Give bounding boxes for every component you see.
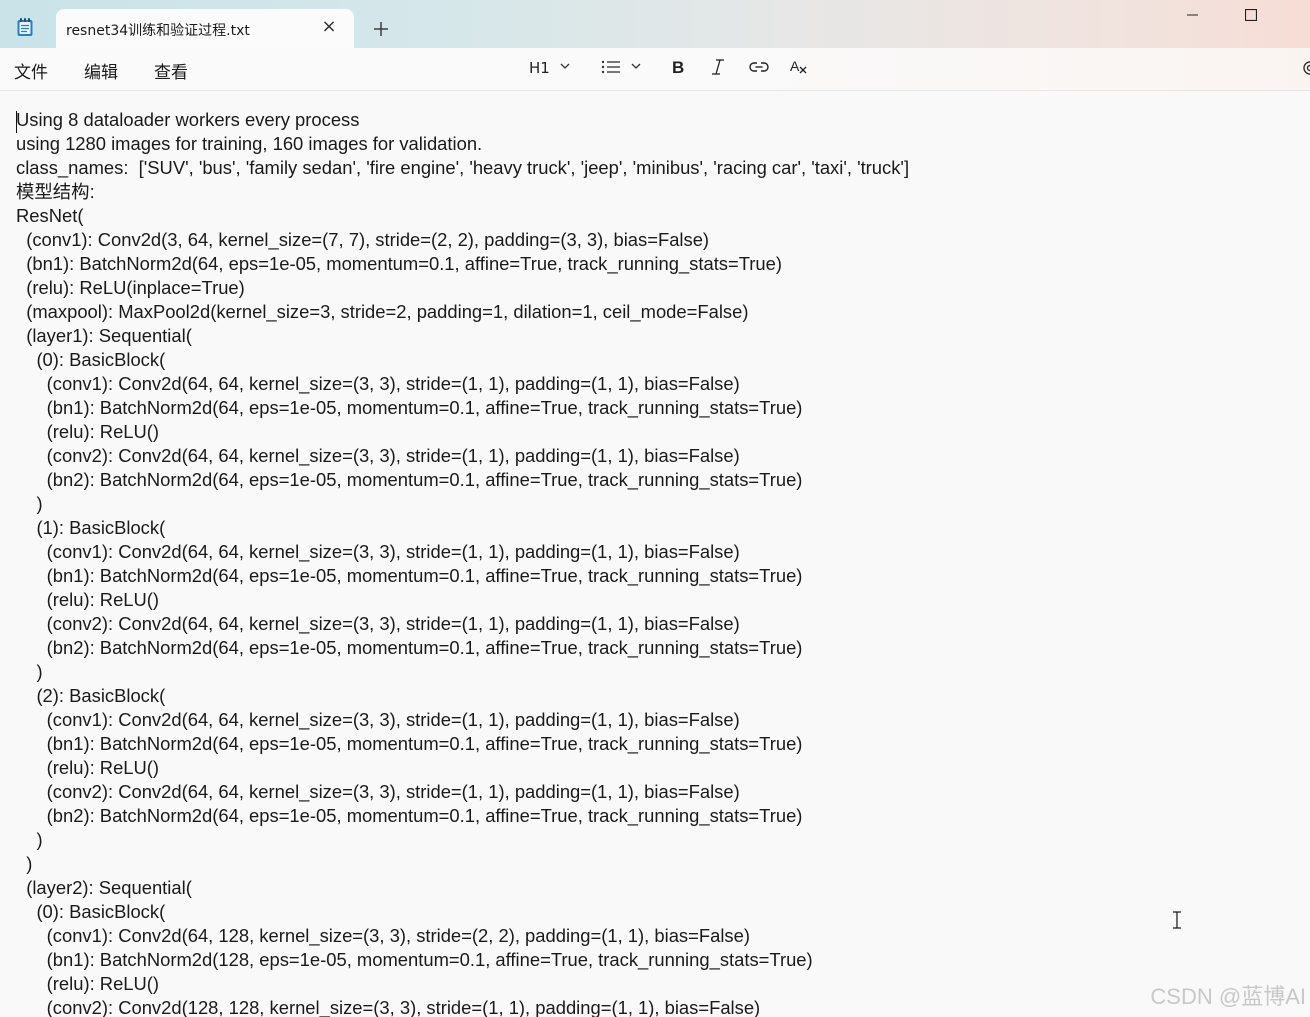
- maximize-icon: [1245, 9, 1257, 21]
- text-line: (conv1): Conv2d(64, 128, kernel_size=(3,…: [16, 925, 750, 946]
- heading-dropdown[interactable]: H1: [529, 56, 550, 80]
- text-line: (relu): ReLU(): [16, 757, 160, 778]
- settings-icon[interactable]: [1300, 58, 1310, 82]
- chevron-down-icon[interactable]: [559, 61, 571, 85]
- clear-format-icon[interactable]: A: [789, 57, 809, 81]
- tab-document[interactable]: resnet34训练和验证过程.txt ×: [56, 9, 354, 48]
- text-line: (conv2): Conv2d(64, 64, kernel_size=(3, …: [16, 613, 740, 634]
- text-line: (bn1): BatchNorm2d(64, eps=1e-05, moment…: [16, 565, 803, 586]
- text-line: ): [16, 661, 43, 682]
- document-text[interactable]: Using 8 dataloader workers every process…: [16, 108, 909, 1017]
- notepad-app-icon: [16, 17, 34, 37]
- menu-view[interactable]: 查看: [154, 58, 188, 83]
- text-editor[interactable]: Using 8 dataloader workers every process…: [0, 91, 1310, 1017]
- text-line: (relu): ReLU(): [16, 973, 160, 994]
- text-line: (relu): ReLU(): [16, 421, 160, 442]
- text-line: (bn1): BatchNorm2d(64, eps=1e-05, moment…: [16, 397, 803, 418]
- text-line: (0): BasicBlock(: [16, 901, 166, 922]
- text-line: (bn2): BatchNorm2d(64, eps=1e-05, moment…: [16, 637, 803, 658]
- text-line: class_names: ['SUV', 'bus', 'family seda…: [16, 157, 910, 178]
- text-line: 模型结构:: [16, 181, 95, 202]
- text-line: (layer2): Sequential(: [16, 877, 192, 898]
- link-icon[interactable]: [749, 60, 769, 84]
- maximize-button[interactable]: [1228, 6, 1274, 26]
- text-line: (conv1): Conv2d(64, 64, kernel_size=(3, …: [16, 709, 740, 730]
- text-line: (1): BasicBlock(: [16, 517, 166, 538]
- text-line: (conv1): Conv2d(64, 64, kernel_size=(3, …: [16, 373, 740, 394]
- text-line: (conv1): Conv2d(3, 64, kernel_size=(7, 7…: [16, 229, 710, 250]
- bold-icon[interactable]: B: [670, 57, 686, 81]
- text-line: (0): BasicBlock(: [16, 349, 166, 370]
- text-line: (relu): ReLU(inplace=True): [16, 277, 245, 298]
- heading-label: H1: [529, 59, 550, 77]
- menu-bar: 文件 编辑 查看 H1 B A: [0, 48, 1310, 91]
- text-line: (bn1): BatchNorm2d(64, eps=1e-05, moment…: [16, 733, 803, 754]
- text-line: ResNet(: [16, 205, 84, 226]
- text-line: (conv2): Conv2d(128, 128, kernel_size=(3…: [16, 997, 761, 1017]
- text-line: (2): BasicBlock(: [16, 685, 166, 706]
- text-line: (bn2): BatchNorm2d(64, eps=1e-05, moment…: [16, 469, 803, 490]
- watermark: CSDN @蓝博AI: [1150, 984, 1306, 1009]
- title-bar: resnet34训练和验证过程.txt ×: [0, 0, 1310, 48]
- minimize-icon: [1187, 14, 1198, 16]
- text-line: using 1280 images for training, 160 imag…: [16, 133, 483, 154]
- text-line: ): [16, 853, 33, 874]
- text-line: (relu): ReLU(): [16, 589, 160, 610]
- plus-icon[interactable]: [372, 20, 390, 38]
- text-line: (bn1): BatchNorm2d(64, eps=1e-05, moment…: [16, 253, 782, 274]
- text-line: ): [16, 829, 43, 850]
- text-cursor: [16, 111, 17, 133]
- italic-icon[interactable]: [710, 57, 726, 81]
- ibeam-cursor-icon: [1171, 911, 1183, 929]
- text-line: (layer1): Sequential(: [16, 325, 192, 346]
- text-line: (conv2): Conv2d(64, 64, kernel_size=(3, …: [16, 445, 740, 466]
- menu-file[interactable]: 文件: [14, 58, 48, 83]
- text-line: (conv1): Conv2d(64, 64, kernel_size=(3, …: [16, 541, 740, 562]
- close-tab-icon[interactable]: ×: [320, 18, 338, 36]
- tab-title: resnet34训练和验证过程.txt: [66, 23, 250, 39]
- text-line: ): [16, 493, 43, 514]
- text-line: Using 8 dataloader workers every process: [16, 109, 360, 130]
- list-chevron-down-icon[interactable]: [630, 61, 642, 85]
- list-icon[interactable]: [601, 59, 621, 83]
- text-line: (bn1): BatchNorm2d(128, eps=1e-05, momen…: [16, 949, 813, 970]
- text-line: (conv2): Conv2d(64, 64, kernel_size=(3, …: [16, 781, 740, 802]
- menu-edit[interactable]: 编辑: [84, 58, 118, 83]
- svg-text:A: A: [790, 58, 800, 74]
- text-line: (bn2): BatchNorm2d(64, eps=1e-05, moment…: [16, 805, 803, 826]
- text-line: (maxpool): MaxPool2d(kernel_size=3, stri…: [16, 301, 749, 322]
- minimize-button[interactable]: [1170, 6, 1216, 26]
- svg-text:B: B: [672, 58, 684, 77]
